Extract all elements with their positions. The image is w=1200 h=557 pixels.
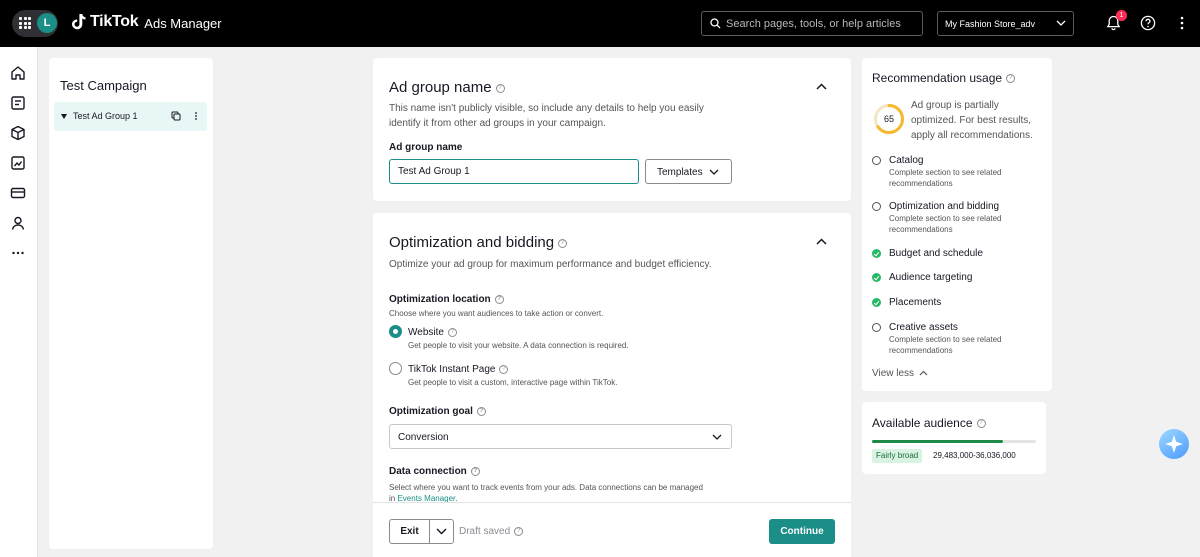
more-menu-icon[interactable] bbox=[1174, 15, 1190, 31]
chevron-down-icon bbox=[709, 169, 719, 175]
audience-badge: Fairly broad bbox=[872, 449, 923, 463]
copy-icon[interactable] bbox=[171, 111, 181, 121]
draft-status: Draft saved? bbox=[459, 526, 524, 537]
score-summary: Ad group is partially optimized. For bes… bbox=[911, 100, 1033, 141]
chevron-down-icon bbox=[1056, 20, 1066, 26]
ad-group-name-field-label: Ad group name bbox=[389, 142, 463, 153]
info-icon[interactable]: ? bbox=[1006, 74, 1016, 84]
payment-icon[interactable] bbox=[10, 185, 26, 201]
chevron-down-icon bbox=[712, 434, 722, 440]
info-icon[interactable]: ? bbox=[494, 294, 504, 304]
status-pending-icon bbox=[872, 202, 881, 211]
assets-icon[interactable] bbox=[10, 125, 26, 141]
available-audience-panel: Available audience? Fairly broad 29,483,… bbox=[862, 402, 1046, 474]
optimization-heading: Optimization and bidding? bbox=[389, 234, 568, 251]
more-icon[interactable] bbox=[10, 245, 26, 261]
notification-badge: 1 bbox=[1116, 10, 1127, 21]
optimization-description: Optimize your ad group for maximum perfo… bbox=[389, 259, 712, 270]
brand-name: TikTok bbox=[90, 13, 139, 30]
recommendation-panel: Recommendation usage? 65 Ad group is par… bbox=[862, 58, 1052, 391]
search-input[interactable] bbox=[726, 15, 916, 32]
optimization-card: Optimization and bidding? Optimize your … bbox=[373, 213, 851, 503]
campaign-title[interactable]: Test Campaign bbox=[60, 78, 147, 93]
help-icon[interactable] bbox=[1140, 15, 1156, 31]
chevron-down-icon bbox=[436, 528, 447, 535]
apps-menu-button[interactable]: L bbox=[12, 10, 58, 37]
continue-button[interactable]: Continue bbox=[769, 519, 835, 544]
ad-group-name-input[interactable] bbox=[389, 159, 639, 184]
exit-dropdown-button[interactable] bbox=[429, 519, 454, 544]
info-icon[interactable]: ? bbox=[514, 526, 524, 536]
exit-button[interactable]: Exit bbox=[389, 519, 430, 544]
home-icon[interactable] bbox=[10, 65, 26, 81]
info-icon[interactable]: ? bbox=[499, 364, 509, 374]
top-bar: L TikTok Ads Manager My Fashion Store_ad… bbox=[0, 0, 1200, 47]
ad-group-name-card: Ad group name? This name isn't publicly … bbox=[373, 58, 851, 201]
info-icon[interactable]: ? bbox=[558, 238, 568, 248]
option-website-sub: Get people to visit your website. A data… bbox=[408, 341, 629, 350]
info-icon[interactable]: ? bbox=[470, 466, 480, 476]
status-pending-icon bbox=[872, 323, 881, 332]
account-name: My Fashion Store_adv bbox=[945, 19, 1036, 29]
view-less-link[interactable]: View less bbox=[872, 368, 928, 379]
ad-group-name-description: This name isn't publicly visible, so inc… bbox=[389, 103, 704, 129]
score-value: 65 bbox=[883, 114, 894, 124]
recommendation-title: Recommendation usage? bbox=[872, 71, 1016, 85]
check-icon bbox=[872, 249, 881, 258]
audience-title: Available audience? bbox=[872, 416, 986, 430]
templates-button[interactable]: Templates bbox=[645, 159, 732, 184]
audience-meter-fill bbox=[872, 440, 1004, 443]
ad-group-name-heading: Ad group name? bbox=[389, 79, 505, 96]
optimization-location-sub: Choose where you want audiences to take … bbox=[389, 309, 604, 318]
campaign-tree-panel: Test Campaign Test Ad Group 1 bbox=[49, 58, 213, 549]
info-icon[interactable]: ? bbox=[495, 83, 505, 93]
more-vertical-icon[interactable] bbox=[193, 111, 199, 121]
account-selector[interactable]: My Fashion Store_adv bbox=[937, 11, 1074, 36]
tree-item-ad-group[interactable]: Test Ad Group 1 bbox=[54, 102, 207, 131]
chevron-up-icon[interactable] bbox=[816, 238, 827, 245]
check-icon bbox=[872, 298, 881, 307]
brand-logo[interactable]: TikTok Ads Manager bbox=[72, 13, 222, 31]
data-connection-sub: Select where you want to track events fr… bbox=[389, 483, 703, 503]
audience-meter bbox=[872, 440, 1036, 443]
sparkle-icon bbox=[1165, 435, 1183, 453]
radio-instant-page[interactable] bbox=[389, 362, 402, 375]
user-icon[interactable] bbox=[10, 215, 26, 231]
footer-bar: Exit Draft saved? Continue bbox=[373, 502, 851, 557]
info-icon[interactable]: ? bbox=[976, 419, 986, 429]
option-instant-page-sub: Get people to visit a custom, interactiv… bbox=[408, 378, 618, 387]
campaign-icon[interactable] bbox=[10, 95, 26, 111]
templates-label: Templates bbox=[657, 167, 703, 178]
optimization-goal-select[interactable]: Conversion bbox=[389, 424, 732, 449]
optimization-goal-label: Optimization goal? bbox=[389, 406, 486, 417]
search-box[interactable] bbox=[701, 11, 923, 36]
tiktok-logo-icon bbox=[72, 14, 86, 30]
goal-value: Conversion bbox=[398, 432, 449, 443]
data-connection-label: Data connection? bbox=[389, 466, 480, 477]
brand-subtitle: Ads Manager bbox=[144, 16, 222, 31]
status-pending-icon bbox=[872, 156, 881, 165]
left-nav-rail bbox=[0, 47, 38, 557]
chevron-up-icon bbox=[919, 371, 928, 376]
option-website-title: Website? bbox=[408, 327, 457, 338]
caret-down-icon[interactable] bbox=[61, 114, 67, 119]
info-icon[interactable]: ? bbox=[447, 327, 457, 337]
radio-website[interactable] bbox=[389, 325, 402, 338]
ad-group-label: Test Ad Group 1 bbox=[73, 111, 138, 121]
search-icon bbox=[710, 18, 721, 29]
chevron-up-icon[interactable] bbox=[816, 83, 827, 90]
optimization-location-label: Optimization location? bbox=[389, 294, 504, 305]
avatar: L bbox=[37, 13, 57, 33]
audience-range: 29,483,000-36,036,000 bbox=[933, 451, 1016, 460]
option-instant-page-title: TikTok Instant Page? bbox=[408, 364, 509, 375]
info-icon[interactable]: ? bbox=[476, 406, 486, 416]
reporting-icon[interactable] bbox=[10, 155, 26, 171]
check-icon bbox=[872, 273, 881, 282]
grid-icon bbox=[19, 17, 31, 29]
assistant-button[interactable] bbox=[1159, 429, 1189, 459]
